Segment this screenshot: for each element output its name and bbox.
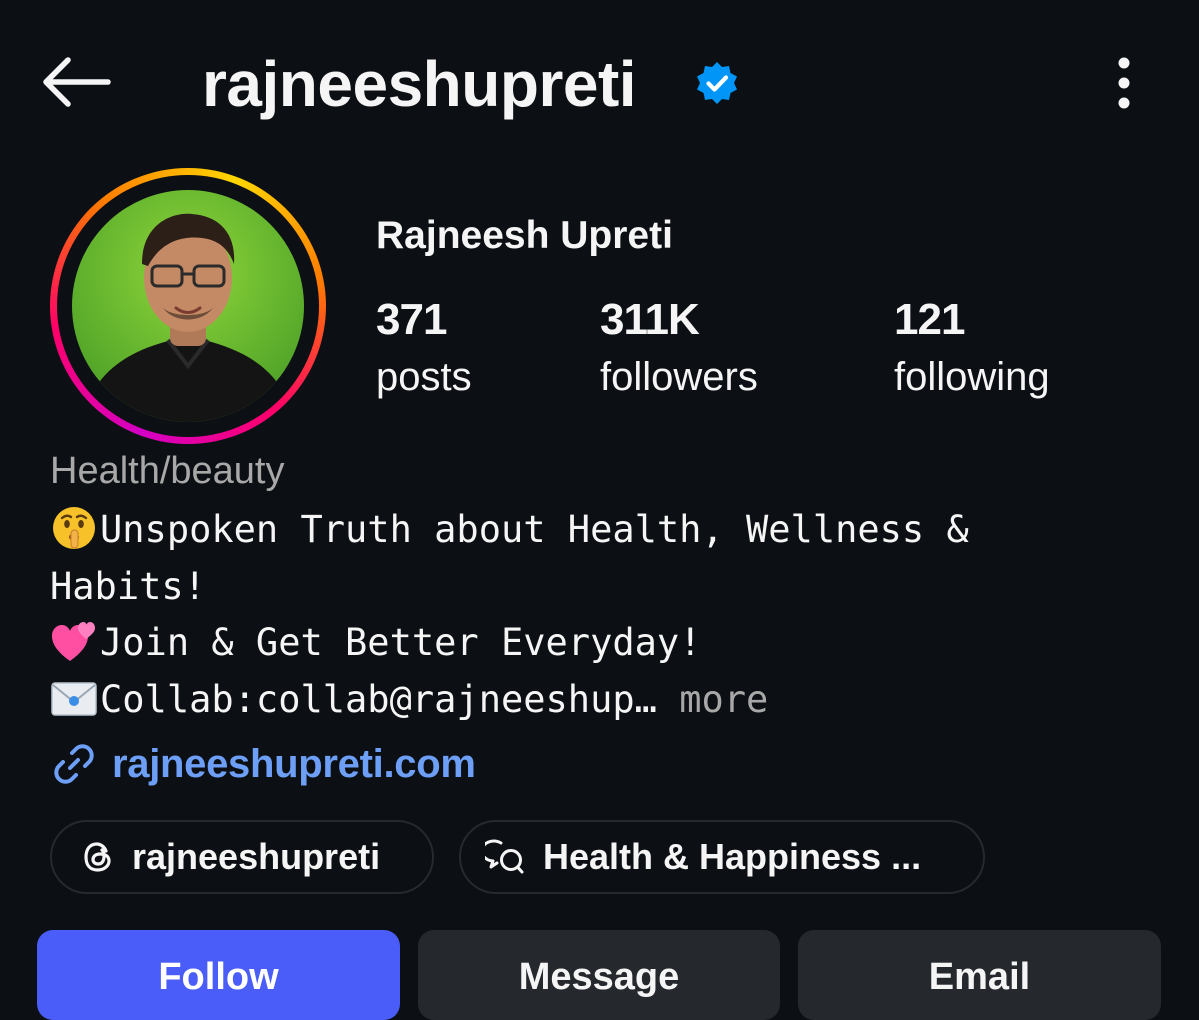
posts-label: posts xyxy=(376,355,472,399)
verified-badge-icon xyxy=(697,62,737,104)
bio-line-4-text: Collab:collab@rajneeshup… xyxy=(100,677,657,721)
followers-stat[interactable]: 311K followers xyxy=(600,292,758,406)
envelope-icon xyxy=(51,681,97,716)
kebab-menu-icon xyxy=(1118,57,1130,109)
bio-line-1-text: Unspoken Truth about Health, Wellness & xyxy=(100,508,969,551)
profile-category: Health/beauty xyxy=(50,450,285,492)
link-icon xyxy=(54,744,94,784)
display-name: Rajneesh Upreti xyxy=(376,214,673,257)
avatar[interactable] xyxy=(72,190,304,422)
channel-chip[interactable]: Health & Happiness ... xyxy=(459,820,985,894)
followers-count: 311K xyxy=(600,295,700,344)
story-ring[interactable] xyxy=(50,168,326,444)
channel-icon xyxy=(485,839,524,874)
following-count: 121 xyxy=(894,295,965,344)
following-label: following xyxy=(894,355,1050,399)
website-link[interactable]: rajneeshupreti.com xyxy=(50,740,476,788)
bio-line-2: Habits! xyxy=(50,559,1160,616)
back-arrow-icon xyxy=(43,57,111,107)
follow-button[interactable]: Follow xyxy=(37,930,400,1020)
message-button[interactable]: Message xyxy=(418,930,780,1020)
bio-more-link[interactable]: more xyxy=(679,678,768,721)
website-link-text: rajneeshupreti.com xyxy=(112,741,476,786)
profile-photo-icon xyxy=(82,213,294,422)
threads-icon xyxy=(84,842,111,872)
following-stat[interactable]: 121 following xyxy=(894,292,1050,406)
bio-line-1: Unspoken Truth about Health, Wellness & xyxy=(50,502,1160,559)
bio-line-3: Join & Get Better Everyday! xyxy=(50,615,1160,672)
profile-header: rajneeshupreti xyxy=(0,0,1199,170)
followers-label: followers xyxy=(600,355,758,399)
posts-count: 371 xyxy=(376,295,447,344)
back-button[interactable] xyxy=(36,50,116,114)
posts-stat[interactable]: 371 posts xyxy=(376,292,472,406)
channel-chip-label: Health & Happiness ... xyxy=(543,836,922,877)
bio-line-3-text: Join & Get Better Everyday! xyxy=(100,621,702,664)
email-button[interactable]: Email xyxy=(798,930,1161,1020)
profile-username: rajneeshupreti xyxy=(202,48,637,120)
bio-line-2-text: Habits! xyxy=(50,564,206,608)
two-hearts-icon xyxy=(52,622,95,661)
threads-chip-label: rajneeshupreti xyxy=(132,836,381,877)
bio: Unspoken Truth about Health, Wellness & … xyxy=(50,502,1160,728)
shushing-face-icon xyxy=(53,507,95,549)
bio-line-4: Collab:collab@rajneeshup… more xyxy=(50,672,1160,729)
threads-chip[interactable]: rajneeshupreti xyxy=(50,820,434,894)
more-options-button[interactable] xyxy=(1100,50,1148,116)
